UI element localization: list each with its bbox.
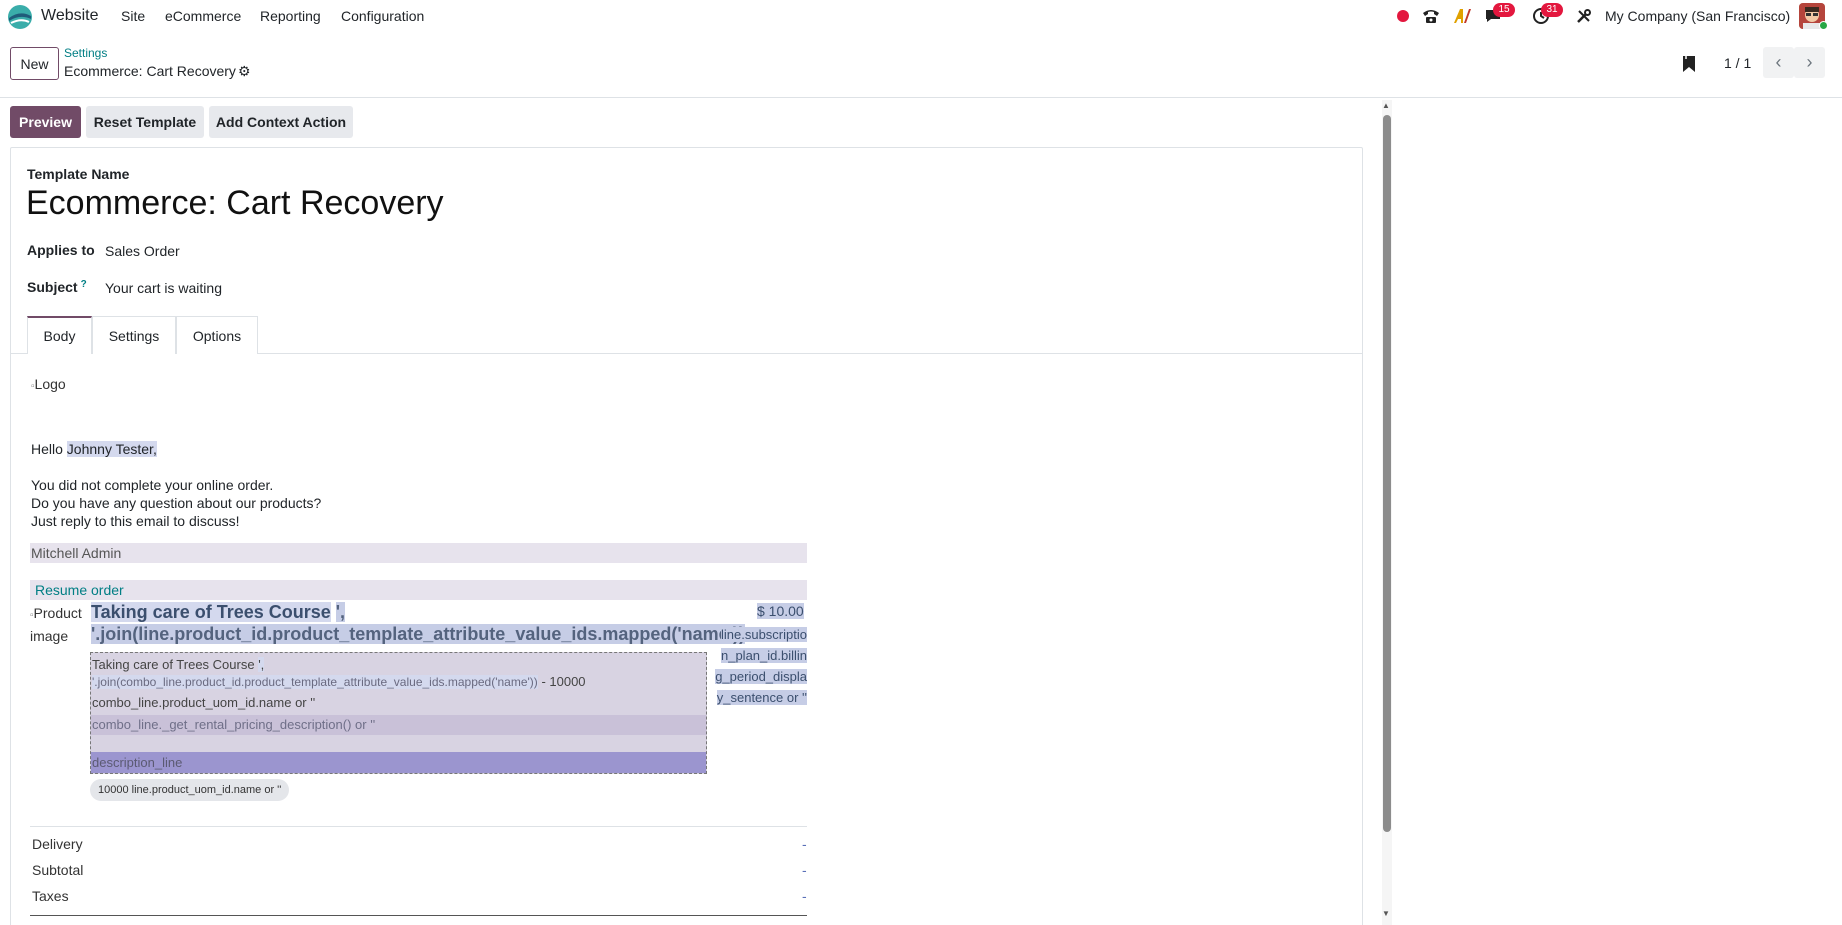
salesperson-signature[interactable]: Mitchell Admin	[30, 543, 807, 563]
greeting: Hello Johnny Tester,	[31, 441, 157, 457]
scroll-down-arrow-icon[interactable]: ▼	[1382, 909, 1390, 918]
add-context-action-button[interactable]: Add Context Action	[209, 106, 353, 138]
breadcrumb-current: Ecommerce: Cart Recovery	[64, 63, 236, 79]
control-panel: New Settings Ecommerce: Cart Recovery ⚙ …	[0, 32, 1842, 98]
line-uom-chip[interactable]: 10000 line.product_uom_id.name or ''	[90, 779, 290, 801]
pager-next-button[interactable]: ›	[1794, 47, 1825, 78]
record-actions-gear-icon[interactable]: ⚙	[238, 63, 251, 80]
resume-order-row: Resume order	[30, 580, 807, 600]
totals-divider	[30, 826, 807, 827]
product-price[interactable]: $ 10.00	[757, 603, 804, 619]
body-line-3: Just reply to this email to discuss!	[31, 513, 240, 529]
subscription-line: y_sentence or ''	[716, 690, 807, 705]
company-switcher[interactable]: My Company (San Francisco)	[1605, 8, 1790, 24]
tab-settings[interactable]: Settings	[92, 316, 176, 354]
product-image-placeholder: ▫Product image	[30, 603, 82, 646]
activities-badge: 31	[1541, 3, 1563, 17]
website-app-icon[interactable]	[7, 4, 33, 30]
tab-body[interactable]: Body	[27, 316, 92, 354]
customer-name: Johnny Tester	[66, 441, 153, 457]
menu-configuration[interactable]: Configuration	[341, 8, 424, 24]
customer-name-placeholder[interactable]: Johnny Tester,	[66, 441, 157, 457]
resume-order-link[interactable]: Resume order	[31, 582, 124, 598]
app-name[interactable]: Website	[41, 7, 99, 25]
template-name-input[interactable]: Ecommerce: Cart Recovery	[26, 184, 444, 223]
reset-template-button[interactable]: Reset Template	[86, 106, 204, 138]
body-line-2: Do you have any question about our produ…	[31, 495, 322, 511]
subject-label: Subject?	[27, 279, 87, 295]
template-name-label: Template Name	[27, 166, 130, 182]
recording-dot-icon[interactable]	[1393, 6, 1413, 26]
product-title[interactable]: Taking care of Trees Course ', '.join(li…	[91, 601, 745, 645]
total-delivery-value: -	[802, 836, 807, 852]
menu-reporting[interactable]: Reporting	[260, 8, 321, 24]
subscription-line: n_plan_id.billin	[720, 648, 807, 663]
combo-product-name: Taking care of Trees Course ',	[92, 657, 265, 672]
combo-attributes-row: '.join(combo_line.product_id.product_tem…	[92, 674, 702, 689]
totals-bottom-rule	[30, 915, 807, 916]
combo-uom-expression: combo_line.product_uom_id.name or ''	[92, 695, 316, 710]
applies-to-label: Applies to	[27, 242, 95, 258]
combo-quantity: - 10000	[541, 674, 586, 689]
form-scrollbar-thumb[interactable]	[1383, 115, 1391, 832]
preview-button[interactable]: Preview	[10, 106, 81, 138]
subscription-period-expression: line.subscriptio n_plan_id.billin g_peri…	[708, 624, 807, 708]
menu-ecommerce[interactable]: eCommerce	[165, 8, 241, 24]
scroll-up-arrow-icon[interactable]: ▲	[1382, 101, 1390, 110]
total-taxes-label: Taxes	[32, 888, 69, 904]
online-status-dot	[1819, 21, 1828, 30]
total-delivery-label: Delivery	[32, 836, 83, 852]
body-line-1: You did not complete your online order.	[31, 477, 274, 493]
subscription-line: line.subscriptio	[721, 627, 807, 642]
logo-alt-text: Logo	[34, 376, 66, 392]
combo-rental-expression: combo_line._get_rental_pricing_descripti…	[92, 717, 376, 732]
product-name: Taking care of Trees Course	[91, 602, 331, 622]
tools-icon[interactable]	[1574, 6, 1594, 26]
greeting-comma: ,	[152, 441, 157, 457]
total-subtotal-label: Subtotal	[32, 862, 84, 878]
combo-lines-block[interactable]: Taking care of Trees Course ', '.join(co…	[90, 652, 707, 774]
menu-site[interactable]: Site	[121, 8, 145, 24]
combo-attributes-expression: '.join(combo_line.product_id.product_tem…	[92, 675, 538, 689]
subject-help-tooltip[interactable]: ?	[81, 279, 87, 290]
logo-image-placeholder: ▫Logo	[31, 376, 66, 392]
pager-previous-button[interactable]: ‹	[1763, 47, 1794, 78]
breadcrumb-settings-link[interactable]: Settings	[64, 46, 107, 60]
ai-icon[interactable]	[1452, 6, 1472, 26]
greeting-hello: Hello	[31, 441, 63, 457]
messages-badge: 15	[1493, 3, 1515, 17]
tab-options[interactable]: Options	[176, 316, 258, 354]
subject-label-text: Subject	[27, 279, 78, 295]
new-button[interactable]: New	[10, 47, 59, 80]
total-taxes-value: -	[802, 888, 807, 904]
phone-icon[interactable]	[1421, 6, 1441, 26]
applies-to-value[interactable]: Sales Order	[105, 243, 180, 259]
top-navbar: Website Site eCommerce Reporting Configu…	[0, 0, 1842, 32]
bookmark-icon[interactable]	[1682, 55, 1696, 73]
combo-description-line: description_line	[91, 752, 706, 773]
product-image-alt-text: Product image	[30, 605, 82, 644]
subscription-line: g_period_displa	[715, 669, 807, 684]
pager-value[interactable]: 1 / 1	[1724, 55, 1751, 71]
total-subtotal-value: -	[802, 862, 807, 878]
form-sheet	[10, 147, 1363, 925]
subject-input[interactable]: Your cart is waiting	[105, 280, 222, 296]
